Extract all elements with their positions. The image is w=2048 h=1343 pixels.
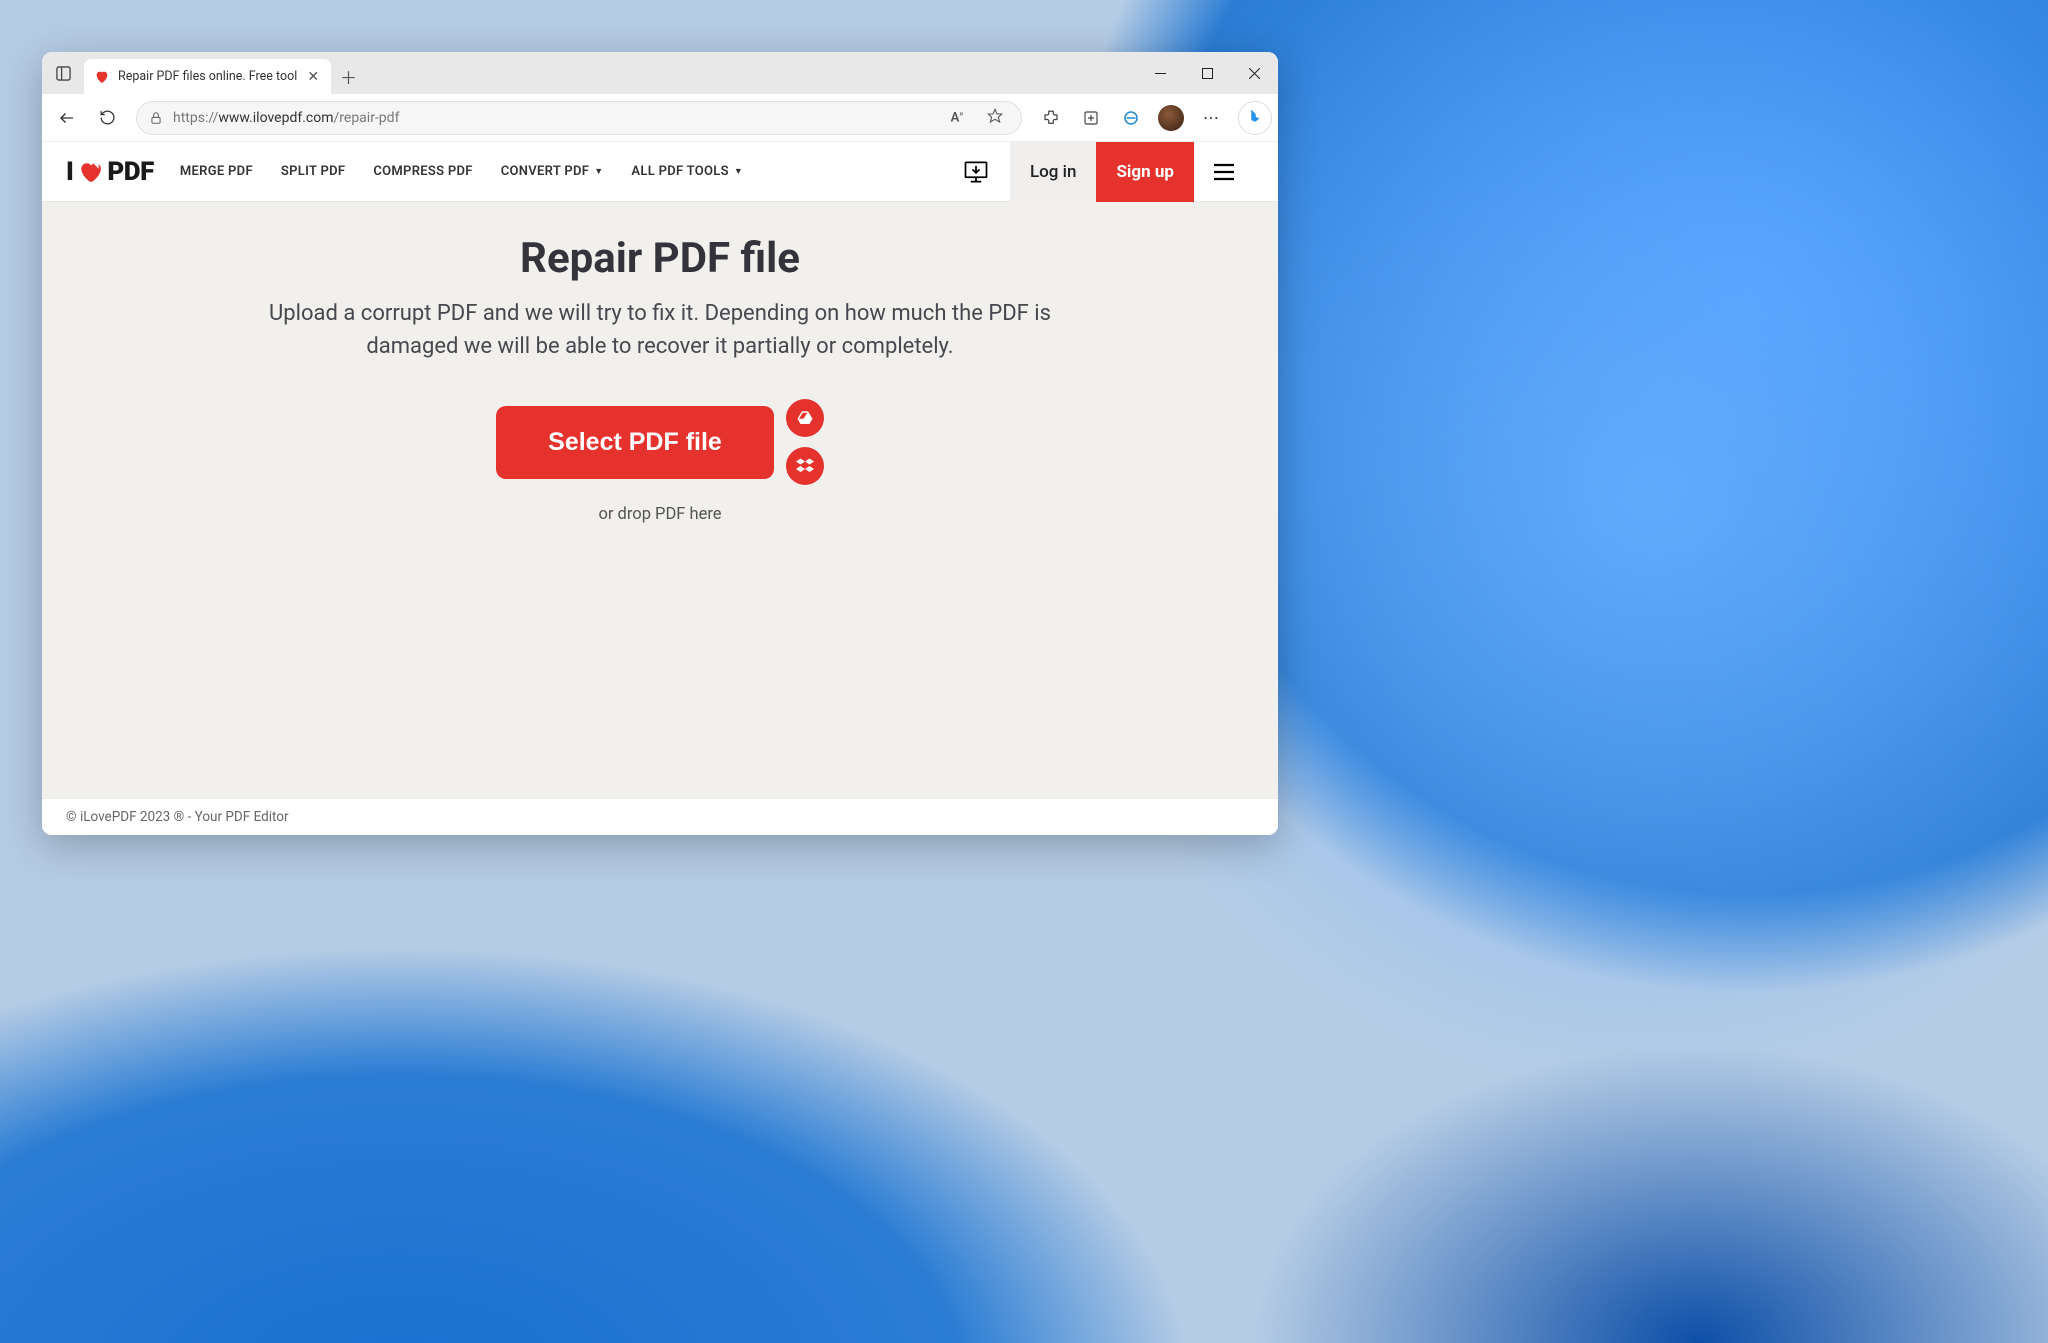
dropbox-icon: [796, 457, 814, 475]
titlebar: Repair PDF files online. Free tool ✕ ＋: [42, 52, 1278, 94]
profile-button[interactable]: [1152, 100, 1190, 136]
tab-actions-button[interactable]: [42, 52, 84, 94]
window-close-button[interactable]: [1231, 52, 1278, 94]
page-subtitle: Upload a corrupt PDF and we will try to …: [230, 297, 1090, 363]
window-maximize-button[interactable]: [1184, 52, 1231, 94]
window-minimize-button[interactable]: [1137, 52, 1184, 94]
page-title: Repair PDF file: [520, 234, 800, 283]
google-drive-button[interactable]: [786, 399, 824, 437]
desktop-app-button[interactable]: [956, 152, 996, 192]
select-pdf-button[interactable]: Select PDF file: [496, 406, 774, 479]
nav-split-pdf[interactable]: SPLIT PDF: [281, 164, 345, 179]
refresh-button[interactable]: [88, 100, 126, 136]
address-bar[interactable]: https://www.ilovepdf.com/repair-pdf A»: [136, 101, 1022, 135]
site-nav: I PDF MERGE PDF SPLIT PDF COMPRESS PDF C…: [42, 142, 1278, 202]
new-tab-button[interactable]: ＋: [331, 59, 366, 94]
nav-merge-pdf[interactable]: MERGE PDF: [180, 164, 253, 179]
nav-compress-pdf[interactable]: COMPRESS PDF: [373, 164, 472, 179]
login-button[interactable]: Log in: [1010, 142, 1096, 202]
browser-toolbar: https://www.ilovepdf.com/repair-pdf A» ⋯: [42, 94, 1278, 142]
ie-mode-button[interactable]: [1112, 100, 1150, 136]
nav-items: MERGE PDF SPLIT PDF COMPRESS PDF CONVERT…: [180, 164, 743, 179]
heart-icon: [75, 159, 105, 185]
more-button[interactable]: ⋯: [1192, 100, 1230, 136]
lock-icon: [149, 111, 163, 125]
chevron-down-icon: ▼: [594, 166, 603, 177]
chevron-down-icon: ▼: [734, 166, 743, 177]
read-aloud-icon[interactable]: A»: [943, 109, 971, 125]
browser-window: Repair PDF files online. Free tool ✕ ＋: [42, 52, 1278, 835]
favicon-icon: [94, 69, 110, 85]
footer-text: © iLovePDF 2023 ® - Your PDF Editor: [42, 798, 1278, 835]
browser-tab[interactable]: Repair PDF files online. Free tool ✕: [84, 59, 331, 94]
tab-title: Repair PDF files online. Free tool: [118, 69, 297, 84]
nav-convert-pdf[interactable]: CONVERT PDF▼: [501, 164, 604, 179]
bing-chat-button[interactable]: [1238, 101, 1272, 135]
avatar-icon: [1158, 105, 1184, 131]
page-content: Repair PDF file Upload a corrupt PDF and…: [42, 202, 1278, 835]
drop-hint: or drop PDF here: [598, 505, 721, 524]
collections-button[interactable]: [1072, 100, 1110, 136]
extensions-button[interactable]: [1032, 100, 1070, 136]
menu-button[interactable]: [1194, 142, 1254, 202]
url-text: https://www.ilovepdf.com/repair-pdf: [173, 110, 399, 126]
favorites-icon[interactable]: [981, 108, 1009, 128]
logo[interactable]: I PDF: [66, 157, 154, 187]
signup-button[interactable]: Sign up: [1096, 142, 1194, 202]
nav-all-pdf-tools[interactable]: ALL PDF TOOLS▼: [631, 164, 743, 179]
dropbox-button[interactable]: [786, 447, 824, 485]
tab-close-button[interactable]: ✕: [305, 69, 321, 85]
google-drive-icon: [796, 409, 814, 427]
back-button[interactable]: [48, 100, 86, 136]
